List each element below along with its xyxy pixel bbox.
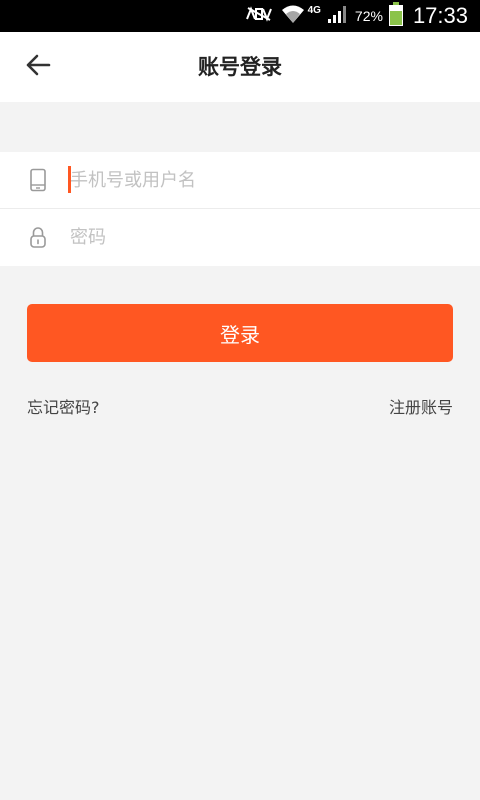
page-title: 账号登录 [198,55,282,79]
status-bar: 4G 72% 17:33 [0,0,480,32]
register-link[interactable]: 注册账号 [389,397,453,419]
login-form [0,152,480,266]
mute-icon [244,4,274,28]
battery-percent: 72% [354,8,383,24]
password-input[interactable] [68,217,450,257]
app-header: 账号登录 [0,32,480,102]
login-button[interactable]: 登录 [27,304,453,362]
username-input[interactable] [68,160,450,200]
battery-icon [388,2,403,30]
signal-icon [327,4,349,28]
forgot-password-link[interactable]: 忘记密码? [27,397,100,419]
password-row [0,209,480,266]
network-type: 4G [307,4,321,16]
username-row [0,152,480,209]
clock: 17:33 [412,3,468,28]
wifi-icon [280,3,306,29]
phone-icon [26,168,50,192]
text-cursor [68,166,71,193]
status-icons: 4G 72% 17:33 [244,0,468,32]
lock-icon [26,225,50,249]
